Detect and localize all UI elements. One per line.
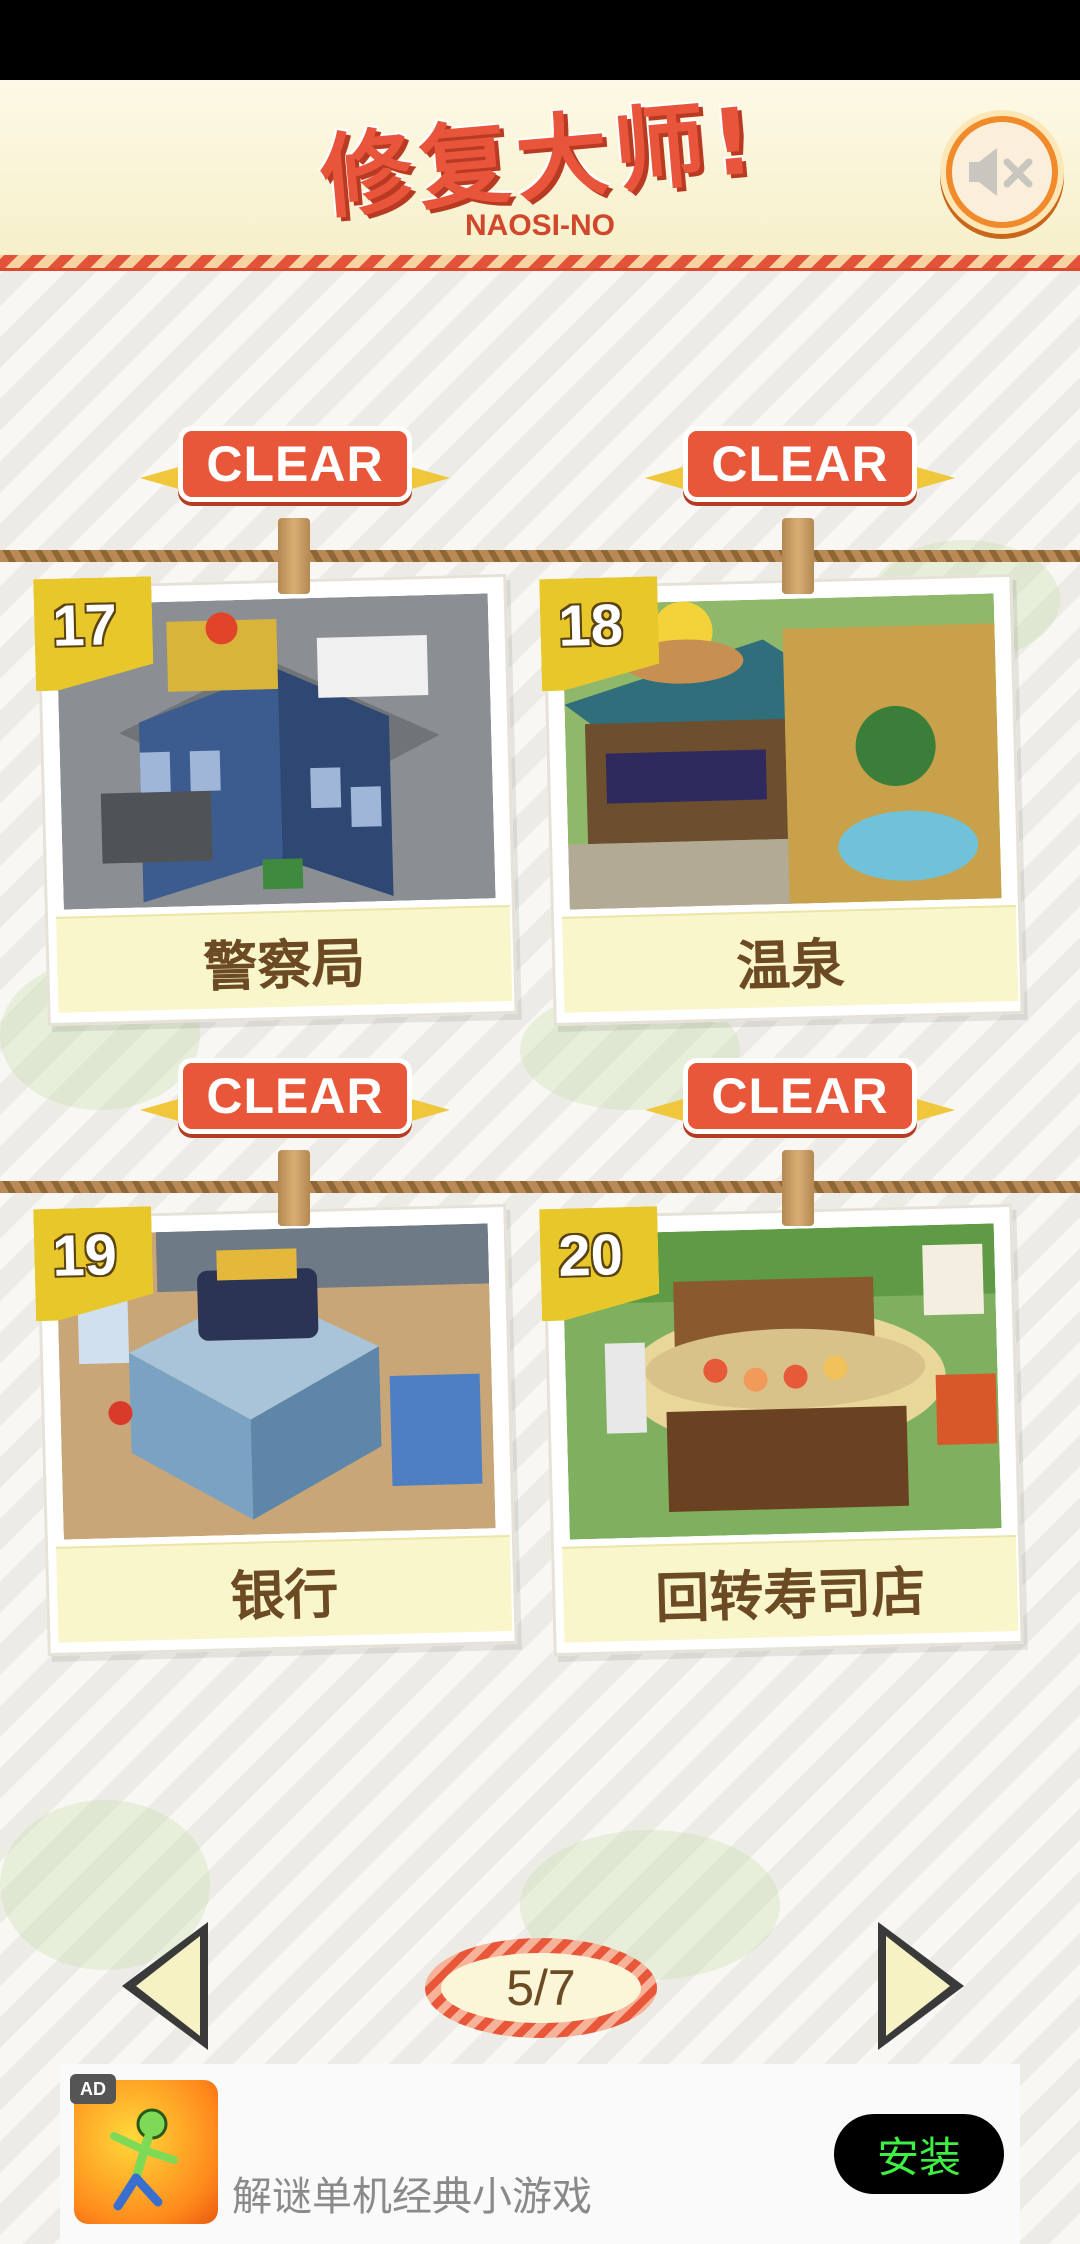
previous-page-button[interactable]: [116, 1916, 216, 2056]
level-name: 回转寿司店: [561, 1534, 1019, 1643]
clothespin: [782, 518, 814, 594]
page-indicator-text: 5/7: [441, 1953, 641, 2023]
level-name: 警察局: [55, 904, 513, 1013]
page-indicator: 5/7: [425, 1938, 657, 2038]
ad-tag: AD: [70, 2074, 116, 2104]
level-card-18[interactable]: 18 温泉: [542, 573, 1024, 1027]
rope: [0, 550, 1080, 562]
ad-description: 解谜单机经典小游戏: [232, 2174, 592, 2220]
level-name: 温泉: [561, 904, 1019, 1013]
clothespin: [278, 1150, 310, 1226]
arrow-left-icon: [122, 1922, 208, 2050]
clear-label: CLEAR: [178, 1058, 412, 1134]
install-button[interactable]: 安装: [834, 2114, 1004, 2194]
clear-badge: CLEAR: [140, 1052, 450, 1152]
clear-label: CLEAR: [683, 426, 917, 502]
arrow-right-icon: [878, 1922, 964, 2050]
rope: [0, 1181, 1080, 1193]
clothespin: [278, 518, 310, 594]
clear-badge: CLEAR: [140, 420, 450, 520]
clear-badge: CLEAR: [645, 1052, 955, 1152]
status-bar: [0, 0, 1080, 80]
game-logo: 修复大师! NAOSI-NO: [300, 87, 780, 255]
clear-badge: CLEAR: [645, 420, 955, 520]
clothespin: [782, 1150, 814, 1226]
ad-banner[interactable]: AD 解谜单机经典小游戏 安装: [60, 2064, 1020, 2244]
clear-label: CLEAR: [683, 1058, 917, 1134]
sound-toggle-button[interactable]: [940, 110, 1064, 234]
clear-label: CLEAR: [178, 426, 412, 502]
next-page-button[interactable]: [870, 1916, 970, 2056]
level-name: 银行: [55, 1534, 513, 1643]
level-card-19[interactable]: 19 银行: [36, 1203, 518, 1657]
level-card-20[interactable]: 20 回转寿司店: [542, 1203, 1024, 1657]
level-card-17[interactable]: 17 警察局: [36, 573, 518, 1027]
header-stripe: [0, 255, 1080, 271]
speaker-muted-icon: [952, 122, 1052, 222]
